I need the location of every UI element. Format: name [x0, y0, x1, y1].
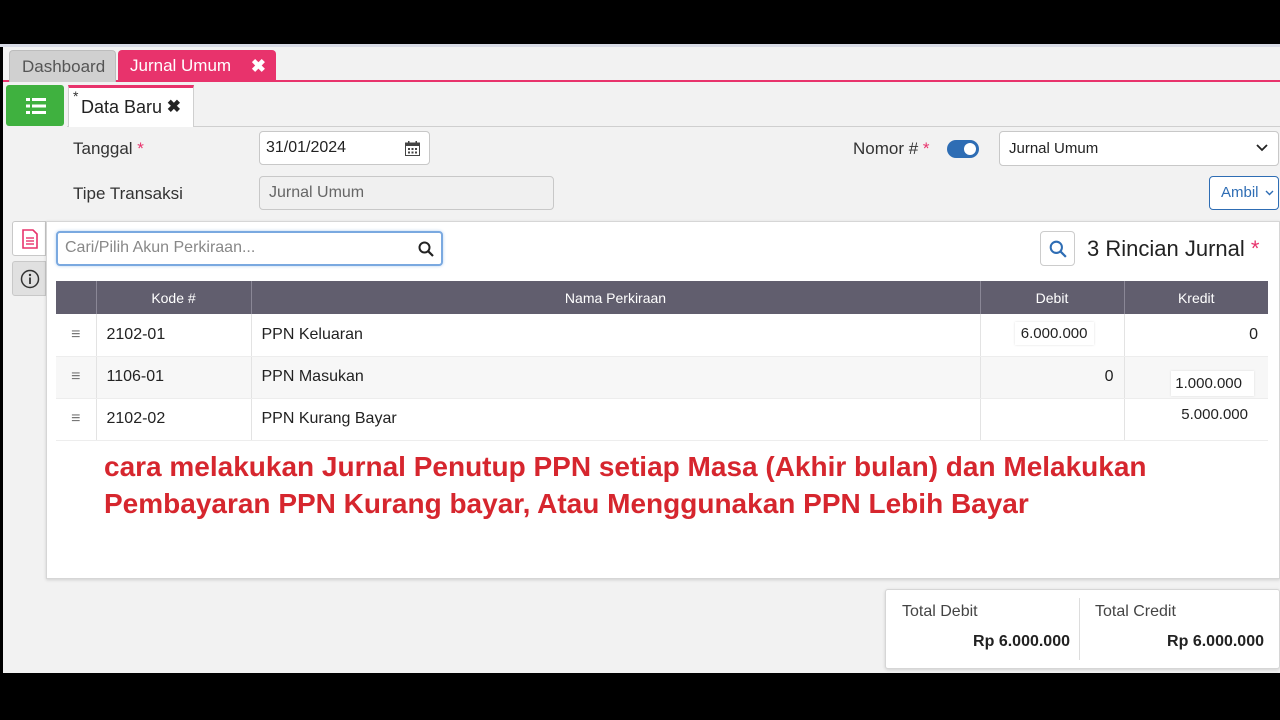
kredit-cell[interactable]: 5.000.000 — [1124, 398, 1268, 441]
kredit-value: 1.000.000 — [1171, 370, 1254, 396]
tab-dashboard-label: Dashboard — [22, 57, 106, 76]
info-tab-button[interactable] — [12, 261, 46, 296]
tab-dashboard[interactable]: Dashboard — [9, 50, 116, 82]
close-icon[interactable]: ✖ — [167, 97, 181, 117]
nomor-auto-toggle[interactable] — [947, 140, 979, 158]
subtab-divider — [67, 126, 1280, 127]
chevron-down-icon — [1265, 190, 1274, 196]
search-button[interactable] — [1040, 231, 1075, 266]
ambil-label: Ambil — [1221, 184, 1259, 201]
nomor-label: Nomor # * — [853, 139, 930, 158]
tanggal-value: 31/01/2024 — [266, 139, 347, 156]
col-nama: Nama Perkiraan — [251, 281, 981, 314]
drag-handle-icon[interactable]: ≡ — [56, 398, 97, 441]
table-row[interactable]: ≡ 2102-01 PPN Keluaran 6.000.000 0 — [56, 314, 1268, 357]
subtab-label: Data Baru — [81, 97, 163, 117]
tipe-transaksi-field: Jurnal Umum — [259, 176, 554, 210]
akun-search-input[interactable]: Cari/Pilih Akun Perkiraan... — [56, 231, 443, 266]
nomor-select-value: Jurnal Umum — [1009, 140, 1099, 157]
totals-box: Total Debit Rp 6.000.000 Total Credit Rp… — [885, 589, 1280, 669]
col-handle — [56, 281, 97, 314]
kredit-cell[interactable]: 0 — [1124, 314, 1268, 357]
col-kredit: Kredit — [1124, 281, 1268, 314]
kode-cell: 2102-01 — [96, 314, 252, 357]
tipe-transaksi-label: Tipe Transaksi — [73, 184, 183, 203]
search-icon — [418, 241, 434, 257]
kredit-cell[interactable]: 1.000.000 — [1124, 356, 1268, 399]
nama-cell: PPN Masukan — [251, 356, 981, 399]
search-placeholder: Cari/Pilih Akun Perkiraan... — [65, 239, 256, 256]
kode-cell: 1106-01 — [96, 356, 252, 399]
nama-cell: PPN Kurang Bayar — [251, 398, 981, 441]
close-icon[interactable]: ✖ — [251, 50, 266, 82]
drag-handle-icon[interactable]: ≡ — [56, 314, 97, 357]
totals-divider — [1079, 598, 1080, 660]
rincian-panel: Cari/Pilih Akun Perkiraan... 3 Rincian J… — [46, 221, 1280, 579]
tab-jurnal-umum-label: Jurnal Umum — [130, 56, 232, 75]
journal-table: Kode # Nama Perkiraan Debit Kredit ≡ 210… — [56, 281, 1268, 441]
total-credit-value: Rp 6.000.000 — [1167, 633, 1264, 650]
tanggal-input[interactable]: 31/01/2024 — [259, 131, 430, 165]
chevron-down-icon — [1256, 144, 1268, 152]
ambil-button[interactable]: Ambil — [1209, 176, 1279, 210]
nomor-select[interactable]: Jurnal Umum — [999, 131, 1279, 166]
debit-cell[interactable]: 6.000.000 — [980, 314, 1125, 357]
info-icon — [20, 269, 40, 289]
drag-handle-icon[interactable]: ≡ — [56, 356, 97, 399]
top-black-bar — [0, 0, 1280, 47]
debit-value: 6.000.000 — [1014, 322, 1094, 345]
bottom-black-bar — [0, 673, 1280, 720]
total-credit-label: Total Credit — [1095, 603, 1176, 620]
list-view-button[interactable] — [6, 85, 64, 126]
kredit-value: 5.000.000 — [1181, 405, 1248, 423]
detail-tab-button[interactable] — [12, 221, 46, 256]
main-tabs: Dashboard Jurnal Umum ✖ — [3, 47, 1280, 82]
calendar-icon[interactable] — [405, 141, 420, 156]
table-header: Kode # Nama Perkiraan Debit Kredit — [56, 281, 1268, 314]
table-row[interactable]: ≡ 2102-02 PPN Kurang Bayar 5.000.000 — [56, 398, 1268, 441]
document-icon — [22, 229, 38, 249]
col-debit: Debit — [980, 281, 1125, 314]
search-icon — [1049, 240, 1067, 258]
list-icon — [26, 98, 46, 114]
nama-cell: PPN Keluaran — [251, 314, 981, 357]
debit-cell[interactable]: 0 — [980, 356, 1125, 399]
total-debit-value: Rp 6.000.000 — [973, 633, 1070, 650]
col-kode: Kode # — [96, 281, 252, 314]
debit-cell[interactable] — [980, 398, 1125, 441]
caption-overlay: cara melakukan Jurnal Penutup PPN setiap… — [104, 451, 1147, 519]
tanggal-label: Tanggal * — [73, 139, 144, 158]
kode-cell: 2102-02 — [96, 398, 252, 441]
table-row[interactable]: ≡ 1106-01 PPN Masukan 0 1.000.000 — [56, 356, 1268, 399]
unsaved-marker: * — [73, 88, 79, 104]
rincian-count: 3 Rincian Jurnal * — [1087, 236, 1260, 261]
total-debit-label: Total Debit — [902, 603, 978, 620]
subtab-data-baru[interactable]: * Data Baru ✖ — [68, 85, 194, 127]
app-window: Dashboard Jurnal Umum ✖ * Data Baru ✖ Ta… — [3, 47, 1280, 673]
tab-jurnal-umum[interactable]: Jurnal Umum ✖ — [118, 50, 276, 82]
